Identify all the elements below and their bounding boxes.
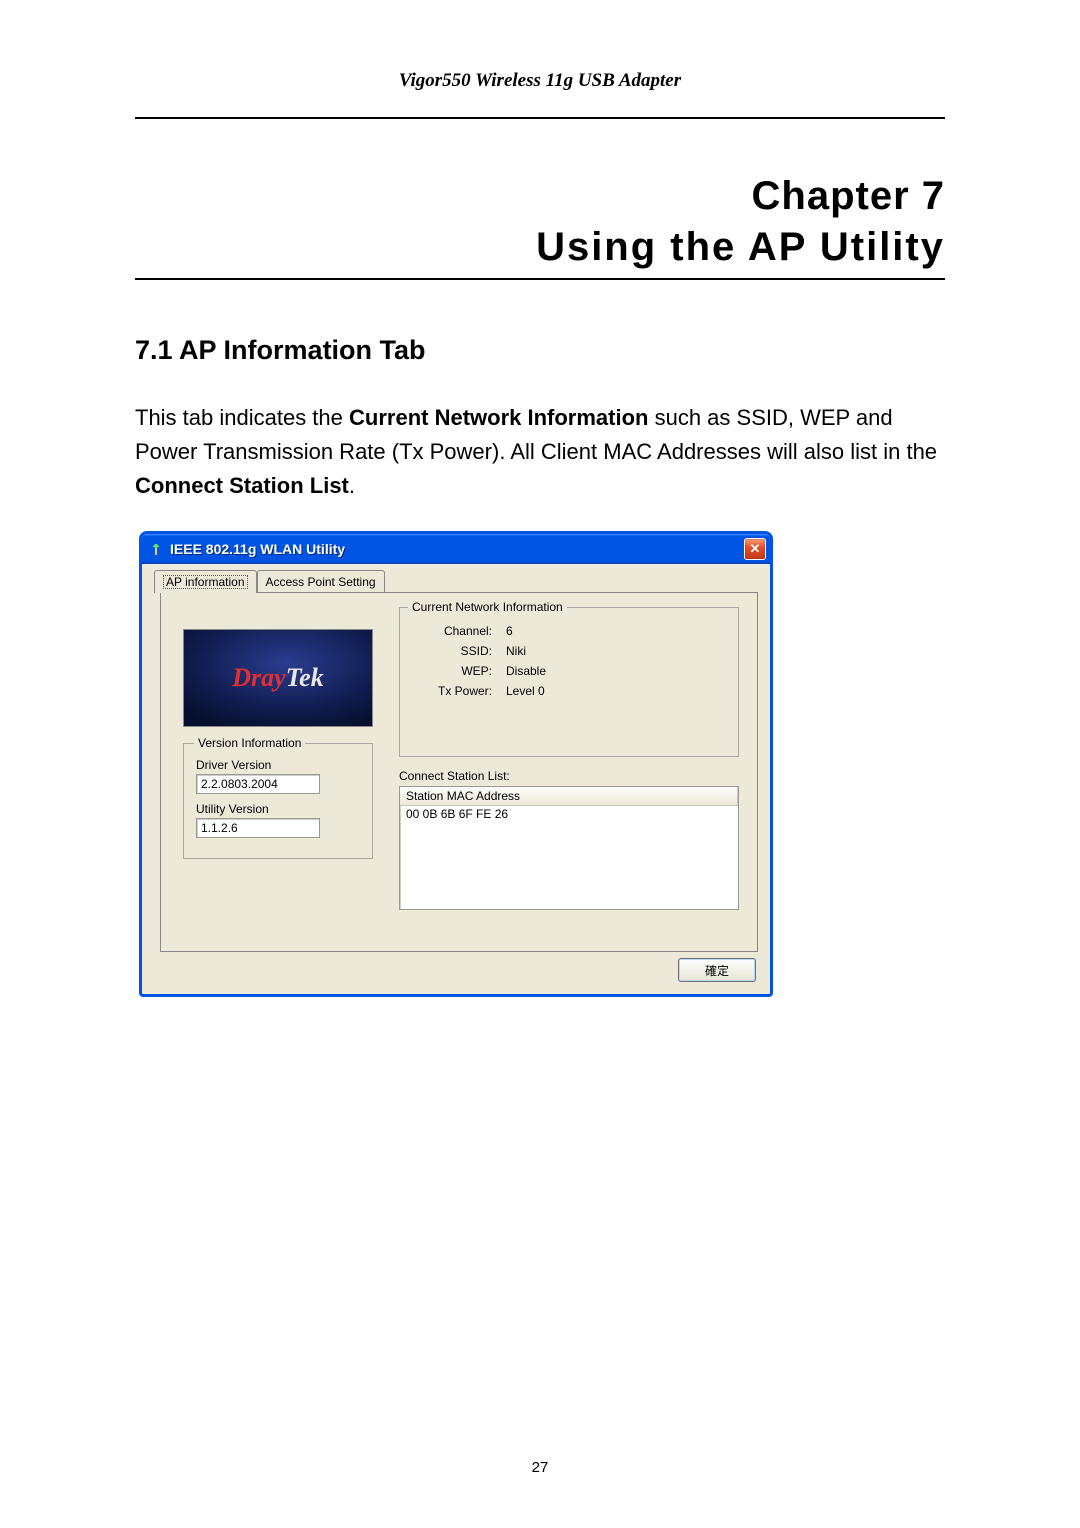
utility-version-field: 1.1.2.6 xyxy=(196,818,320,838)
version-information-group: Version Information Driver Version 2.2.0… xyxy=(183,743,373,859)
channel-value: 6 xyxy=(506,624,513,638)
tab-label: AP information xyxy=(163,575,248,589)
tab-panel: DrayTek Version Information Driver Versi… xyxy=(160,592,758,952)
list-item[interactable]: 00 0B 6B 6F FE 26 xyxy=(400,806,738,822)
tab-label: Access Point Setting xyxy=(266,575,376,589)
chapter-title: Using the AP Utility xyxy=(135,225,945,270)
tab-ap-information[interactable]: AP information xyxy=(154,570,257,593)
connect-station-list-label: Connect Station List: xyxy=(399,769,739,783)
utility-version-label: Utility Version xyxy=(196,802,360,816)
para-text: This tab indicates the xyxy=(135,405,349,430)
wep-label: WEP: xyxy=(420,664,492,678)
ok-button[interactable]: 確定 xyxy=(678,958,756,982)
wep-value: Disable xyxy=(506,664,546,678)
group-legend: Current Network Information xyxy=(408,600,567,614)
close-button[interactable]: ✕ xyxy=(744,538,766,560)
channel-label: Channel: xyxy=(420,624,492,638)
logo-part-tek: Tek xyxy=(286,663,324,692)
para-text: . xyxy=(349,473,355,498)
window-title: IEEE 802.11g WLAN Utility xyxy=(170,541,744,557)
current-network-information-group: Current Network Information Channel:6 SS… xyxy=(399,607,739,757)
close-icon: ✕ xyxy=(750,541,761,557)
body-paragraph: This tab indicates the Current Network I… xyxy=(135,401,945,503)
running-header: Vigor550 Wireless 11g USB Adapter xyxy=(135,70,945,92)
app-icon xyxy=(148,541,164,557)
tab-access-point-setting[interactable]: Access Point Setting xyxy=(257,570,385,592)
chapter-rule xyxy=(135,278,945,280)
ssid-label: SSID: xyxy=(420,644,492,658)
driver-version-label: Driver Version xyxy=(196,758,360,772)
page-number: 27 xyxy=(0,1459,1080,1476)
group-legend: Version Information xyxy=(194,736,305,750)
logo-part-dray: Dray xyxy=(232,663,285,692)
connect-station-list[interactable]: Station MAC Address 00 0B 6B 6F FE 26 xyxy=(399,786,739,910)
wlan-utility-dialog: IEEE 802.11g WLAN Utility ✕ AP informati… xyxy=(139,531,773,997)
chapter-label: Chapter 7 xyxy=(135,174,945,219)
para-bold-2: Connect Station List xyxy=(135,473,349,498)
txpower-label: Tx Power: xyxy=(420,684,492,698)
section-heading: 7.1 AP Information Tab xyxy=(135,335,945,366)
driver-version-field: 2.2.0803.2004 xyxy=(196,774,320,794)
ssid-value: Niki xyxy=(506,644,526,658)
header-rule xyxy=(135,117,945,119)
brand-logo: DrayTek xyxy=(183,629,373,727)
txpower-value: Level 0 xyxy=(506,684,545,698)
para-bold-1: Current Network Information xyxy=(349,405,648,430)
list-column-header[interactable]: Station MAC Address xyxy=(400,787,738,806)
titlebar[interactable]: IEEE 802.11g WLAN Utility ✕ xyxy=(142,534,770,564)
